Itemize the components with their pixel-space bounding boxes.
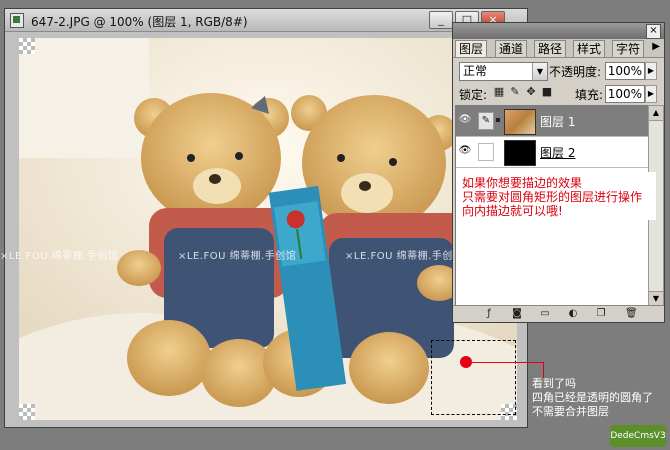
lock-all-icon[interactable]: ■ bbox=[541, 86, 553, 98]
lock-label: 锁定: bbox=[459, 88, 488, 102]
watermark-text: ×LE.FOU 绵蒂棚.手创馆 bbox=[178, 251, 297, 262]
scroll-down-icon[interactable]: ▼ bbox=[649, 291, 663, 306]
transparent-corner bbox=[19, 404, 35, 420]
lock-row: 锁定: ▦ ✎ ✥ ■ 填充: 100% ▶ bbox=[453, 83, 664, 103]
add-mask-icon[interactable]: ◙ bbox=[511, 308, 523, 319]
tab-styles[interactable]: 样式 bbox=[573, 40, 606, 57]
lock-position-icon[interactable]: ✥ bbox=[525, 86, 537, 98]
brush-icon[interactable]: ✎ bbox=[478, 112, 494, 130]
watermark-text: ×LE.FOU 绵蒂棚.手创馆 bbox=[0, 251, 119, 262]
adjustment-layer-icon[interactable]: ◐ bbox=[567, 308, 579, 319]
palette-menu-arrow-icon[interactable]: ▶ bbox=[652, 41, 660, 52]
layer-row[interactable]: 👁 ✎ 图层 1 bbox=[456, 106, 648, 137]
lock-transparency-icon[interactable]: ▦ bbox=[493, 86, 505, 98]
opacity-field[interactable]: 100% bbox=[605, 62, 645, 80]
palette-tabs: 图层 通道 路径 样式 字符 ▶ bbox=[453, 39, 664, 58]
tab-layers[interactable]: 图层 bbox=[455, 40, 488, 57]
delete-layer-icon[interactable]: 🗑 bbox=[625, 308, 638, 319]
fill-field[interactable]: 100% bbox=[605, 85, 645, 103]
selection-marquee bbox=[431, 340, 516, 415]
layer-thumbnail bbox=[504, 109, 536, 135]
lock-image-icon[interactable]: ✎ bbox=[509, 86, 521, 98]
minimize-button[interactable]: _ bbox=[429, 11, 453, 29]
palette-title-bar[interactable]: × bbox=[453, 23, 664, 39]
layer-row[interactable]: 👁 图层 2 bbox=[456, 137, 648, 168]
callout-line bbox=[543, 362, 544, 378]
blend-row: 正常 ▼ 不透明度: 100% ▶ bbox=[453, 59, 664, 81]
blend-mode-select[interactable]: 正常 ▼ bbox=[459, 62, 548, 81]
blend-mode-value: 正常 bbox=[463, 64, 488, 78]
chevron-down-icon[interactable]: ▼ bbox=[532, 63, 547, 80]
annotation-line: 只需要对圆角矩形的图层进行操作 bbox=[462, 190, 643, 204]
dedecms-logo: DedeCmsV3 bbox=[610, 425, 666, 447]
fill-label: 填充: bbox=[575, 88, 604, 102]
document-title-bar[interactable]: 647-2.JPG @ 100% (图层 1, RGB/8#) _ □ × bbox=[5, 9, 527, 32]
eye-icon[interactable]: 👁 bbox=[458, 112, 472, 128]
layer-style-icon[interactable]: ƒ bbox=[483, 308, 495, 319]
new-layer-icon[interactable]: ❐ bbox=[595, 308, 607, 319]
tab-channels[interactable]: 通道 bbox=[495, 40, 528, 57]
link-icon bbox=[496, 118, 500, 122]
tab-paths[interactable]: 路径 bbox=[534, 40, 567, 57]
annotation-line: 如果你想要描边的效果 bbox=[462, 176, 583, 190]
annotation-line: 向内描边就可以哦! bbox=[462, 204, 563, 218]
callout-text: 看到了吗 四角已经是透明的圆角了 不需要合并图层 bbox=[532, 377, 653, 419]
callout-line-text: 四角已经是透明的圆角了 bbox=[532, 391, 653, 404]
palette-close-button[interactable]: × bbox=[646, 24, 661, 39]
brush-slot-icon[interactable] bbox=[478, 143, 494, 161]
layer-name: 图层 2 bbox=[540, 146, 576, 160]
document-title: 647-2.JPG @ 100% (图层 1, RGB/8#) bbox=[31, 15, 248, 29]
opacity-slider-arrow-icon[interactable]: ▶ bbox=[645, 62, 657, 80]
layer-thumbnail bbox=[504, 140, 536, 166]
watermark-text: ×LE.FOU 绵蒂棚.手创馆 bbox=[345, 251, 464, 262]
layer-name: 图层 1 bbox=[540, 115, 576, 129]
transparent-corner bbox=[19, 38, 35, 54]
eye-icon[interactable]: 👁 bbox=[458, 143, 472, 159]
opacity-label: 不透明度: bbox=[549, 65, 602, 79]
palette-bottom-bar: ƒ ◙ ▭ ◐ ❐ 🗑 bbox=[453, 305, 664, 322]
callout-line-text: 看到了吗 bbox=[532, 377, 576, 390]
fill-slider-arrow-icon[interactable]: ▶ bbox=[645, 85, 657, 103]
callout-marker bbox=[460, 356, 472, 368]
scroll-up-icon[interactable]: ▲ bbox=[649, 106, 663, 121]
callout-line-text: 不需要合并图层 bbox=[532, 405, 609, 418]
callout-line bbox=[472, 362, 544, 363]
tab-character[interactable]: 字符 bbox=[612, 40, 645, 57]
photoshop-document-icon bbox=[10, 13, 24, 28]
new-group-icon[interactable]: ▭ bbox=[539, 308, 551, 319]
annotation-text: 如果你想要描边的效果 只需要对圆角矩形的图层进行操作 向内描边就可以哦! bbox=[462, 176, 662, 218]
